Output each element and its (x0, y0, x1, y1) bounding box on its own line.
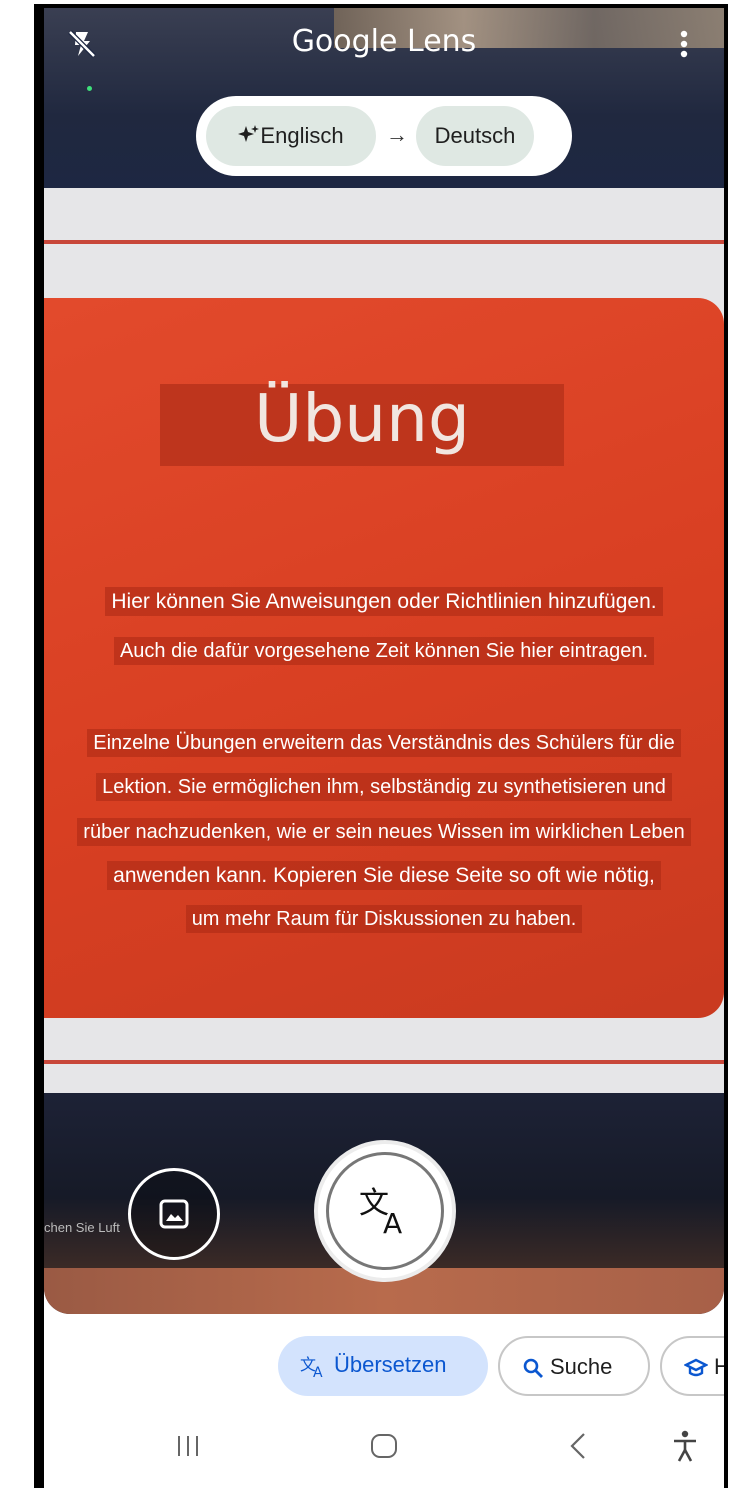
source-language-button[interactable]: Englisch (206, 106, 376, 166)
paper-rule-bottom (44, 1060, 724, 1064)
home-icon[interactable] (366, 1428, 402, 1464)
shutter-button[interactable]: 文 A (314, 1140, 456, 1282)
arrow-right-icon: → (386, 122, 408, 147)
back-icon[interactable] (566, 1428, 590, 1464)
mode-translate-label: Übersetzen (334, 1352, 447, 1377)
language-selector: Englisch → Deutsch (196, 96, 572, 176)
translated-line[interactable]: Hier können Sie Anweisungen oder Richtli… (44, 587, 724, 616)
recent-apps-icon[interactable] (174, 1428, 202, 1464)
translated-line[interactable]: Lektion. Sie ermöglichen ihm, selbständi… (44, 773, 724, 801)
translated-line[interactable]: anwenden kann. Kopieren Sie diese Seite … (44, 861, 724, 890)
graduation-cap-icon (683, 1358, 709, 1377)
paper-rule-top (44, 240, 724, 244)
target-language-label: Deutsch (434, 123, 516, 148)
sparkle-icon (238, 125, 260, 142)
mode-homework-label: H (714, 1354, 724, 1379)
mode-homework-chip[interactable]: H (660, 1336, 724, 1396)
svg-text:A: A (383, 1207, 402, 1239)
mode-search-label: Suche (550, 1354, 613, 1379)
mode-search-chip[interactable]: Suche (498, 1336, 650, 1396)
translated-line[interactable]: um mehr Raum für Diskussionen zu haben. (44, 905, 724, 933)
gallery-icon (159, 1199, 189, 1229)
translated-line[interactable]: Auch die dafür vorgesehene Zeit können S… (44, 637, 724, 665)
svg-text:A: A (313, 1365, 323, 1378)
source-language-label: Englisch (260, 123, 344, 148)
translate-icon: 文 A (359, 1186, 402, 1239)
more-vert-icon[interactable] (674, 26, 694, 62)
target-language-button[interactable]: Deutsch (416, 106, 534, 166)
translated-line[interactable]: Einzelne Übungen erweitern das Verständn… (44, 729, 724, 757)
system-navigation-bar (44, 1408, 724, 1488)
camera-indicator-dot (87, 86, 92, 91)
background-hint-text: chen Sie Luft (44, 1220, 120, 1235)
phone-screen: Übung Hier können Sie Anweisungen oder R… (44, 8, 724, 1488)
search-icon (523, 1358, 543, 1379)
camera-viewfinder[interactable]: Übung Hier können Sie Anweisungen oder R… (44, 8, 724, 1314)
mode-translate-chip[interactable]: 文 A Übersetzen (278, 1336, 488, 1396)
translated-line[interactable]: rüber nachzudenken, wie er sein neues Wi… (44, 818, 724, 846)
app-title: Google Lens (291, 24, 477, 59)
translate-mode-icon: 文 A (300, 1355, 323, 1381)
accessibility-icon[interactable] (670, 1428, 700, 1464)
gallery-button[interactable] (128, 1168, 220, 1260)
translated-title[interactable]: Übung (160, 380, 564, 457)
